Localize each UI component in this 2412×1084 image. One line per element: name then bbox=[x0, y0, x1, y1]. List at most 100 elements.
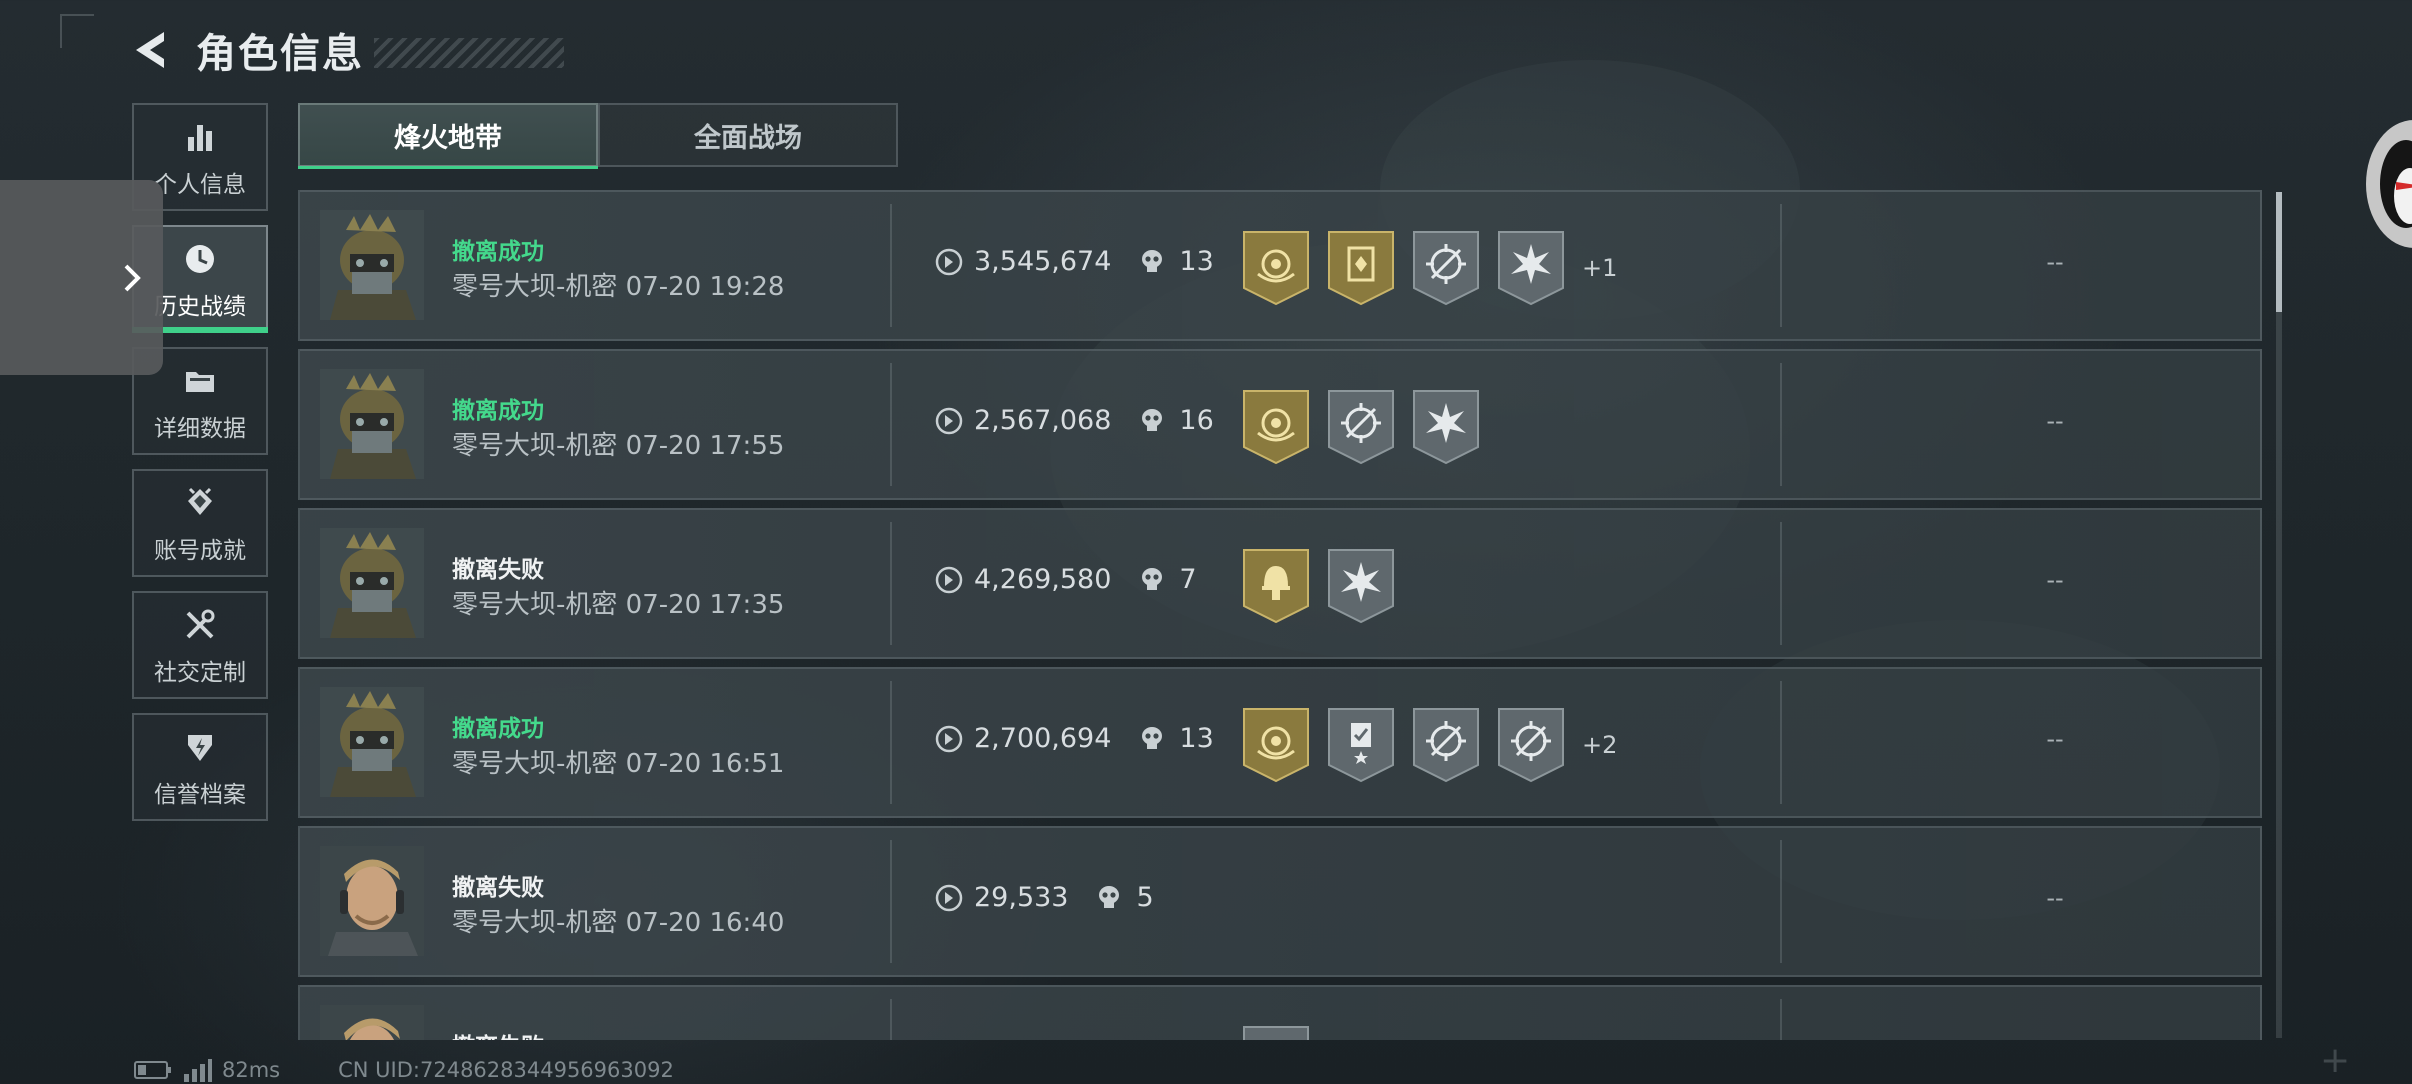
skull-icon bbox=[1137, 724, 1167, 754]
kill-count: 13 bbox=[1179, 723, 1214, 754]
sidebar-item-label: 详细数据 bbox=[154, 416, 246, 442]
penguin-icon bbox=[2380, 140, 2412, 228]
coin-icon bbox=[934, 247, 964, 277]
gold-laurel-badge[interactable] bbox=[1242, 707, 1310, 783]
operator-avatar bbox=[320, 528, 424, 638]
skull-icon bbox=[1137, 565, 1167, 595]
match-row[interactable]: 撤离失败 零号大坝-机密 07-20 16:40 29,533 5 -- bbox=[298, 826, 2262, 977]
match-time: 07-20 16:51 bbox=[625, 749, 785, 779]
match-stats: 2,567,068 16 bbox=[934, 405, 1214, 436]
sidebar-item-achievements[interactable]: 账号成就 bbox=[132, 469, 268, 577]
bar-chart-icon bbox=[180, 117, 220, 157]
tab-active-indicator bbox=[298, 166, 598, 169]
loot-value: 2,567,068 bbox=[974, 405, 1112, 436]
expand-panel-button[interactable] bbox=[0, 180, 163, 375]
match-result: 撤离失败 bbox=[452, 557, 544, 583]
corner-frame-mark bbox=[60, 14, 94, 48]
sidebar-item-reputation[interactable]: 信誉档案 bbox=[132, 713, 268, 821]
map-name: 零号大坝-机密 bbox=[452, 590, 618, 620]
match-result: 撤离成功 bbox=[452, 239, 544, 265]
plus-decoration: + bbox=[2320, 1040, 2351, 1081]
column-divider bbox=[1780, 681, 1782, 804]
gray-crosshair-badge[interactable] bbox=[1497, 707, 1565, 783]
map-name: 零号大坝-机密 bbox=[452, 749, 618, 779]
match-map-time: 零号大坝-机密 07-20 19:28 bbox=[452, 266, 784, 303]
match-time: 07-20 17:55 bbox=[625, 431, 785, 461]
match-note: -- bbox=[2046, 884, 2064, 912]
match-row[interactable]: 撤离成功 零号大坝-机密 07-20 16:51 2,700,694 13 +2 -- bbox=[298, 667, 2262, 818]
match-note: -- bbox=[2046, 566, 2064, 594]
kill-count: 13 bbox=[1179, 246, 1214, 277]
coin-icon bbox=[934, 406, 964, 436]
operator-avatar bbox=[320, 369, 424, 479]
loot-value: 3,545,674 bbox=[974, 246, 1112, 277]
scrollbar[interactable] bbox=[2276, 192, 2282, 1038]
column-divider bbox=[890, 522, 892, 645]
kill-count: 16 bbox=[1179, 405, 1214, 436]
operator-avatar bbox=[320, 687, 424, 797]
match-row[interactable]: 撤离失败 零号大坝-机密 07-20 17:35 4,269,580 7 -- bbox=[298, 508, 2262, 659]
match-map-time: 零号大坝-机密 07-20 17:35 bbox=[452, 584, 784, 621]
gray-crosshair-badge[interactable] bbox=[1327, 389, 1395, 465]
kill-count: 7 bbox=[1179, 564, 1197, 595]
skull-icon bbox=[1137, 247, 1167, 277]
sidebar-item-label: 个人信息 bbox=[154, 172, 246, 198]
gray-crosshair-badge[interactable] bbox=[1412, 707, 1480, 783]
match-result: 撤离成功 bbox=[452, 398, 544, 424]
scrollbar-thumb[interactable] bbox=[2276, 192, 2282, 312]
sidebar-item-social-custom[interactable]: 社交定制 bbox=[132, 591, 268, 699]
shield-icon bbox=[180, 727, 220, 767]
match-map-time: 零号大坝-机密 07-20 17:55 bbox=[452, 425, 784, 462]
tools-icon bbox=[180, 605, 220, 645]
sidebar-item-label: 历史战绩 bbox=[154, 294, 246, 320]
loot-value: 2,700,694 bbox=[974, 723, 1112, 754]
gray-medal-badge[interactable] bbox=[1327, 707, 1395, 783]
page-header: 角色信息 bbox=[130, 22, 564, 78]
sidebar-item-label: 信誉档案 bbox=[154, 782, 246, 808]
more-badges-count: +2 bbox=[1582, 731, 1618, 759]
gold-helmet-badge[interactable] bbox=[1242, 548, 1310, 624]
match-time: 07-20 17:35 bbox=[625, 590, 785, 620]
match-stats: 4,269,580 7 bbox=[934, 564, 1197, 595]
badge-list: +1 bbox=[1242, 230, 1617, 306]
gray-burst-badge[interactable] bbox=[1327, 548, 1395, 624]
mode-tabs: 烽火地带 全面战场 bbox=[298, 103, 898, 169]
match-result: 撤离失败 bbox=[452, 1027, 544, 1040]
tab-firezone[interactable]: 烽火地带 bbox=[298, 103, 598, 167]
match-row[interactable]: 撤离成功 零号大坝-机密 07-20 17:55 2,567,068 16 -- bbox=[298, 349, 2262, 500]
loot-value: 4,269,580 bbox=[974, 564, 1112, 595]
gold-card-badge[interactable] bbox=[1327, 230, 1395, 306]
gray-crosshair-badge[interactable] bbox=[1412, 230, 1480, 306]
operator-avatar bbox=[320, 210, 424, 320]
map-name: 零号大坝-机密 bbox=[452, 431, 618, 461]
match-result: 撤离成功 bbox=[452, 716, 544, 742]
column-divider bbox=[890, 204, 892, 327]
match-row[interactable]: 撤离成功 零号大坝-机密 07-20 19:28 3,545,674 13 +1 -- bbox=[298, 190, 2262, 341]
coin-icon bbox=[934, 883, 964, 913]
match-stats: 3,545,674 13 bbox=[934, 246, 1214, 277]
coin-icon bbox=[934, 724, 964, 754]
column-divider bbox=[1780, 999, 1782, 1040]
achievement-icon bbox=[180, 483, 220, 523]
gray-burst-badge[interactable] bbox=[1497, 230, 1565, 306]
gold-laurel-badge[interactable] bbox=[1242, 230, 1310, 306]
match-stats: 29,533 5 bbox=[934, 882, 1154, 913]
chevron-right-icon bbox=[124, 264, 141, 291]
skull-icon bbox=[1094, 883, 1124, 913]
match-result: 撤离失败 bbox=[452, 875, 544, 901]
gray-burst-badge[interactable] bbox=[1412, 389, 1480, 465]
title-decoration bbox=[374, 38, 564, 68]
map-name: 零号大坝-机密 bbox=[452, 272, 618, 302]
gold-laurel-badge[interactable] bbox=[1242, 389, 1310, 465]
column-divider bbox=[1780, 363, 1782, 486]
back-button[interactable] bbox=[130, 28, 174, 72]
operator-avatar bbox=[320, 1005, 424, 1040]
folder-icon bbox=[180, 361, 220, 401]
match-row[interactable]: 撤离失败 bbox=[298, 985, 2262, 1040]
gray-medal-badge[interactable] bbox=[1242, 1025, 1310, 1040]
chat-avatar-button[interactable] bbox=[2366, 120, 2412, 248]
column-divider bbox=[890, 999, 892, 1040]
match-history-list[interactable]: 撤离成功 零号大坝-机密 07-20 19:28 3,545,674 13 +1 -- 撤离… bbox=[298, 190, 2264, 1040]
badge-list bbox=[1242, 389, 1497, 465]
tab-full-battlefield[interactable]: 全面战场 bbox=[598, 103, 898, 167]
